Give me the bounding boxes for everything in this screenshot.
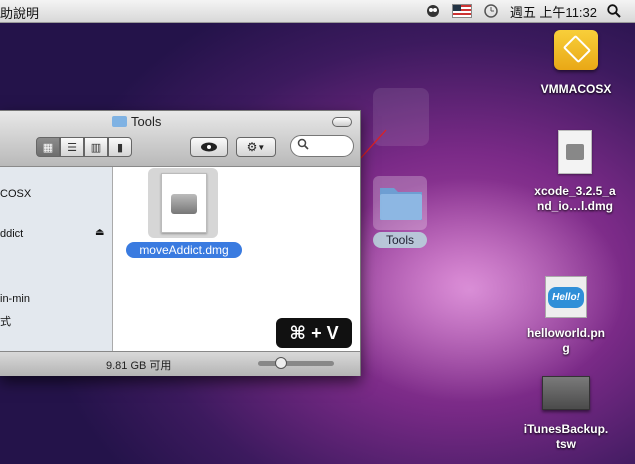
icon-size-slider-handle[interactable] [275, 357, 287, 369]
icon-size-slider[interactable] [258, 361, 334, 366]
toolbar-toggle-button[interactable] [332, 117, 352, 127]
sidebar-item-format[interactable]: 式 [0, 313, 11, 329]
quick-look-button[interactable] [190, 137, 228, 157]
free-space-text: 9.81 GB 可用 [106, 360, 172, 372]
sidebar-item-moveaddict[interactable]: ddict [0, 228, 23, 240]
sidebar-item-vmmacosx[interactable]: COSX [0, 188, 31, 200]
sidebar-item-in-min[interactable]: in-min [0, 293, 30, 305]
file-label[interactable]: moveAddict.dmg [126, 242, 242, 258]
chevron-down-icon: ▼ [257, 142, 266, 152]
eject-icon[interactable]: ⏏ [95, 227, 104, 238]
column-view-button[interactable]: ▥ [84, 137, 108, 157]
action-menu-button[interactable]: ⚙ ▼ [236, 137, 276, 157]
search-icon [297, 138, 309, 153]
keyboard-shortcut-hint: ⌘ + V [276, 318, 352, 348]
eye-icon [201, 142, 217, 152]
list-view-button[interactable]: ☰ [60, 137, 84, 157]
search-input[interactable] [290, 135, 354, 157]
icon-view-button[interactable]: ▦ [36, 137, 60, 157]
folder-icon [112, 116, 127, 127]
window-title-text: Tools [131, 114, 162, 129]
gear-icon: ⚙ [246, 140, 258, 154]
window-title: Tools [112, 114, 161, 129]
dmg-file-icon[interactable] [161, 173, 207, 233]
view-switcher: ▦ ☰ ▥ ▮ [36, 137, 132, 157]
sidebar: COSX ddict ⏏ in-min 式 [0, 167, 113, 351]
status-bar: 9.81 GB 可用 [0, 351, 360, 376]
title-bar[interactable]: Tools ▦ ☰ ▥ ▮ ⚙ ▼ [0, 111, 360, 167]
coverflow-view-button[interactable]: ▮ [108, 137, 132, 157]
